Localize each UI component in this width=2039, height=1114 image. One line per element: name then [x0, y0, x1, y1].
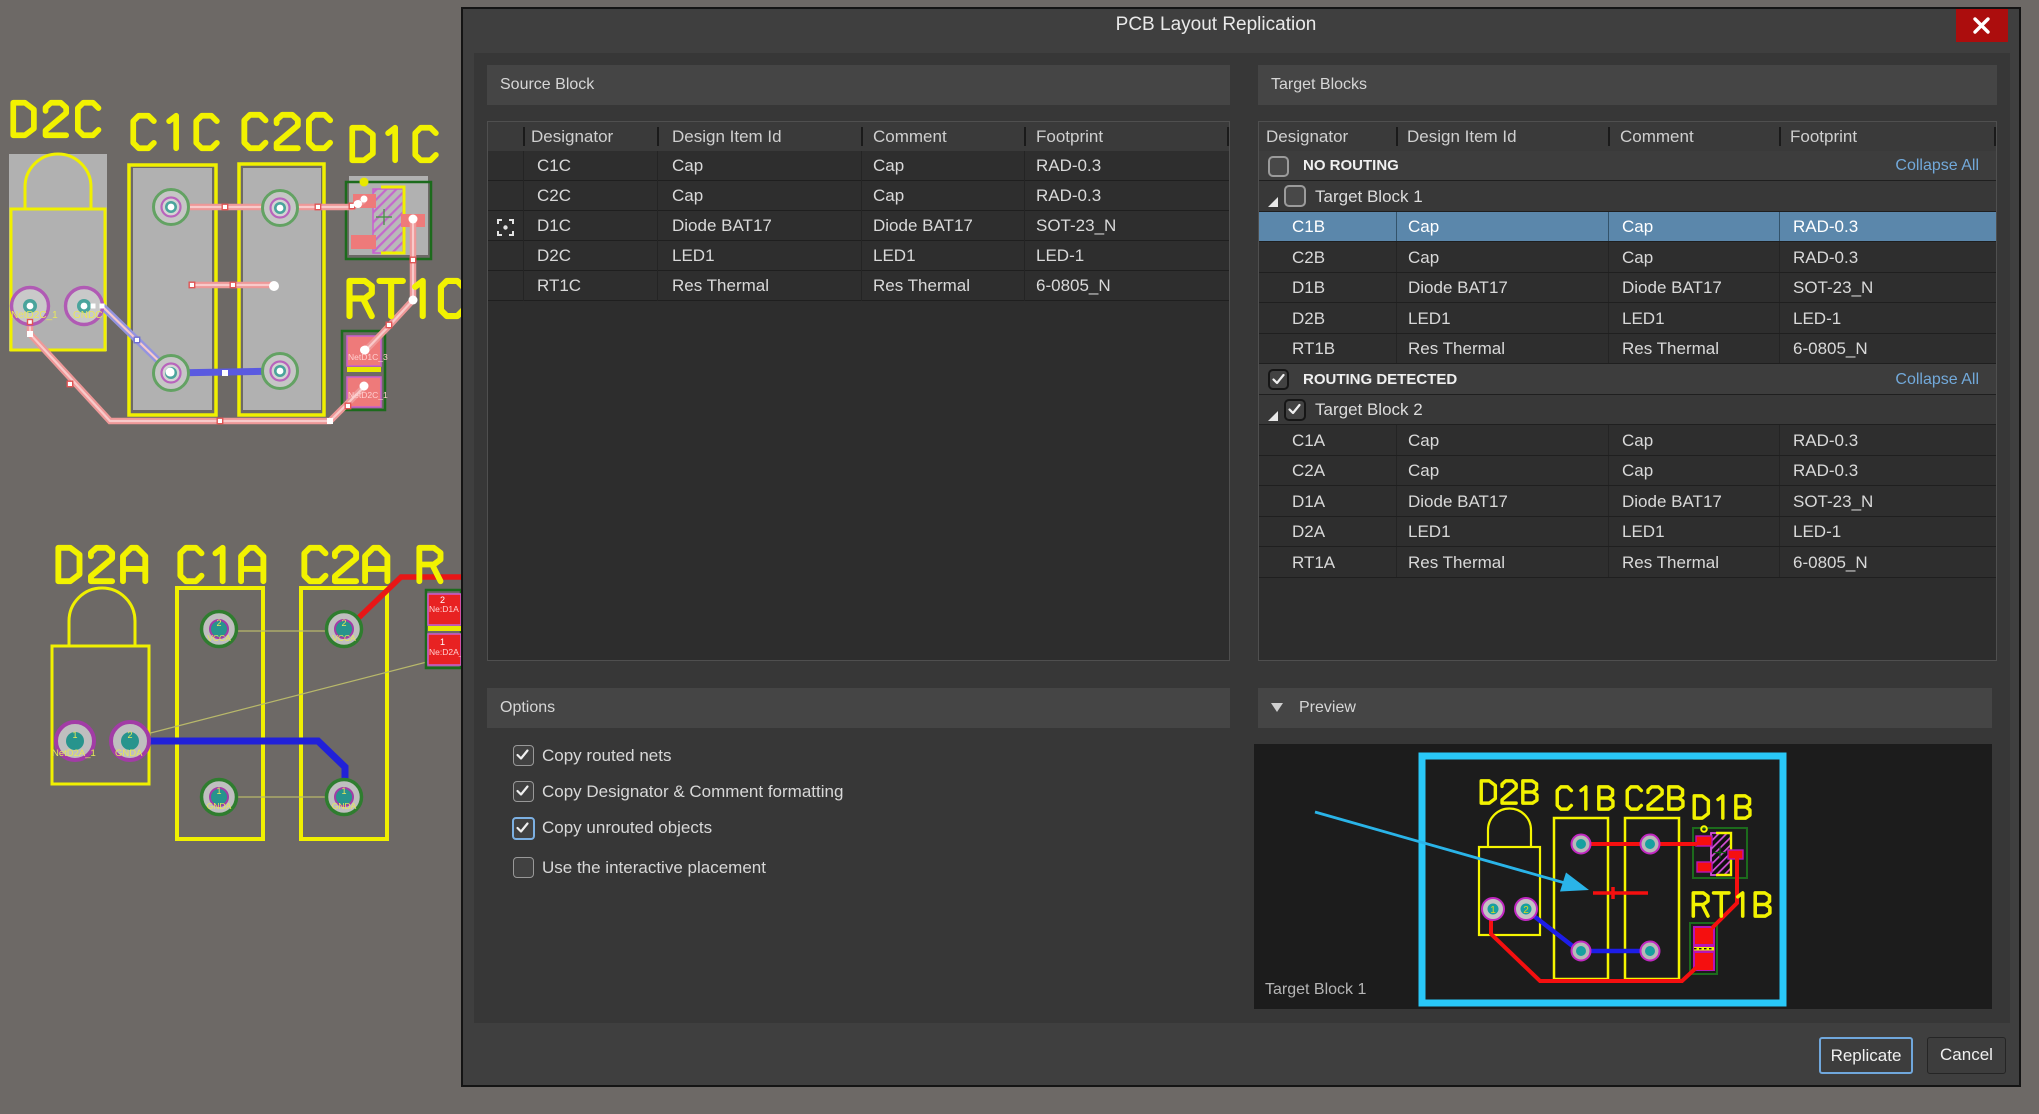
svg-text:1: 1 [341, 786, 346, 796]
svg-text:NetD1C_3: NetD1C_3 [348, 352, 388, 362]
svg-text:GNDA: GNDA [207, 801, 232, 811]
svg-text:2: 2 [1523, 905, 1529, 916]
svg-text:VCCA: VCCA [207, 633, 231, 643]
svg-text:GNDA: GNDA [332, 801, 357, 811]
svg-text:1: 1 [72, 730, 77, 740]
svg-text:VCCA: VCCA [332, 633, 356, 643]
svg-text:NetD2A_1: NetD2A_1 [52, 748, 96, 759]
svg-text:NetD2C_1: NetD2C_1 [11, 310, 58, 321]
svg-text:Ne:D2A_: Ne:D2A_ [429, 647, 464, 657]
svg-text:2: 2 [341, 618, 346, 628]
svg-text:1: 1 [440, 637, 445, 647]
svg-text:NetD2C_1: NetD2C_1 [348, 390, 388, 400]
svg-text:Ne:D1A: Ne:D1A [429, 604, 459, 614]
svg-text:1: 1 [216, 786, 221, 796]
svg-text:2: 2 [216, 618, 221, 628]
svg-text:1: 1 [1490, 905, 1496, 916]
svg-text:GNDC: GNDC [73, 310, 102, 321]
svg-text:2: 2 [127, 730, 132, 740]
svg-text:GNDA: GNDA [115, 748, 143, 759]
